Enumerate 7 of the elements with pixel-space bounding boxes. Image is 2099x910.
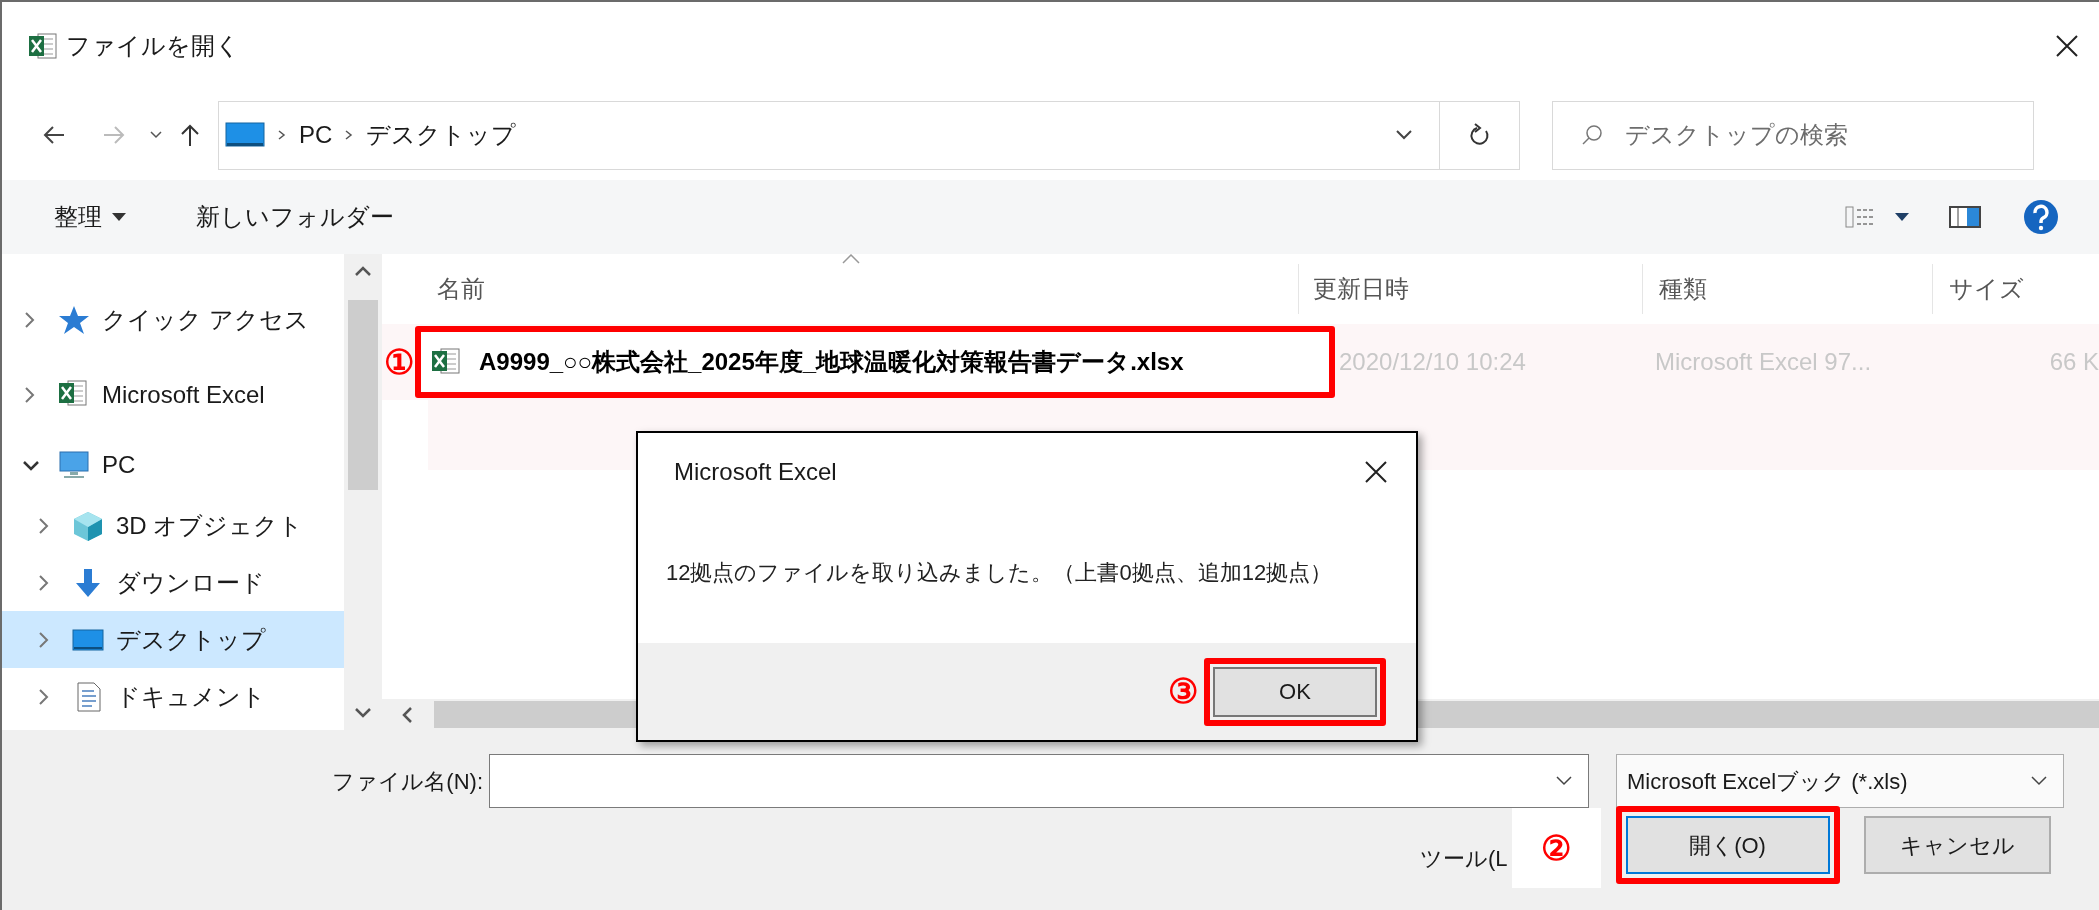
- annotation-number: ①: [382, 341, 415, 383]
- annotation-number: ③: [1168, 671, 1198, 712]
- dialog-title: Microsoft Excel: [674, 457, 838, 487]
- dialog-message: 12拠点のファイルを取り込みました。（上書0拠点、追加12拠点）: [666, 558, 1333, 587]
- file-name-label: ファイル名(N):: [331, 767, 484, 796]
- annotation-number: ②: [1511, 808, 1601, 888]
- window-title: ファイルを開く: [66, 31, 240, 61]
